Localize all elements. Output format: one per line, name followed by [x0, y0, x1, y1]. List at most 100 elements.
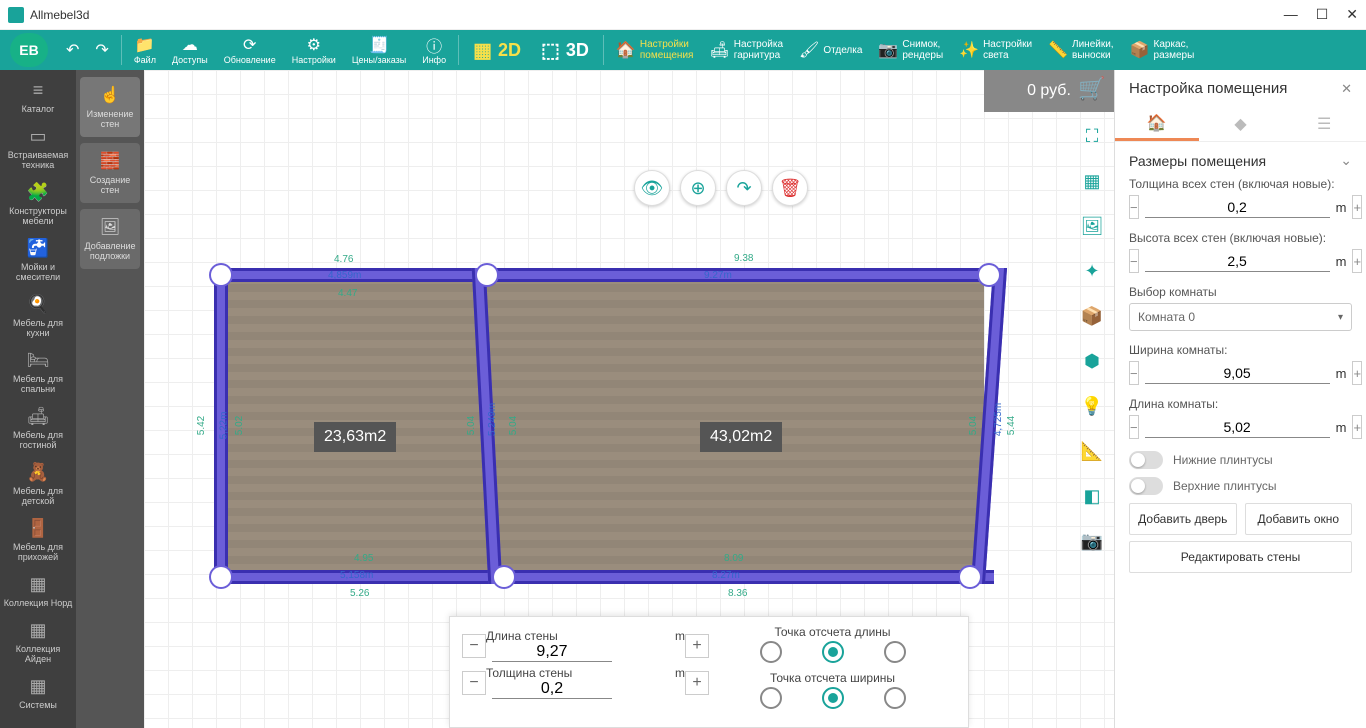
- tab-list[interactable]: ☰: [1282, 107, 1366, 141]
- origin-wid-left[interactable]: [760, 687, 782, 709]
- room-length-label: Длина комнаты:: [1129, 397, 1352, 411]
- add-door-button[interactable]: Добавить дверь: [1129, 503, 1237, 535]
- toolbar-2[interactable]: ⟳Обновление: [216, 30, 284, 70]
- toolbar-4[interactable]: 🧾Цены/заказы: [344, 30, 414, 70]
- walltool-2[interactable]: 🖼Добавление подложки: [80, 209, 140, 269]
- wall-node[interactable]: [960, 567, 980, 587]
- origin-len-left[interactable]: [760, 641, 782, 663]
- all-h-minus[interactable]: −: [1129, 249, 1139, 273]
- thickness-plus[interactable]: +: [685, 671, 709, 695]
- toolbar-wide-3[interactable]: 📷Снимок,рендеры: [870, 30, 951, 70]
- thickness-minus[interactable]: −: [462, 671, 486, 695]
- toolbar-wide-2[interactable]: 🖌Отделка: [791, 30, 870, 70]
- room-l-input[interactable]: [1145, 417, 1330, 438]
- delete-button[interactable]: 🗑: [772, 170, 808, 206]
- sidebar-item-6[interactable]: 🛋Мебель для гостиной: [0, 400, 76, 456]
- tab-layers[interactable]: ◆: [1199, 107, 1283, 141]
- light-icon[interactable]: 💡: [1081, 396, 1103, 417]
- cube-icon[interactable]: ⬢: [1084, 351, 1100, 372]
- sidebar-item-9[interactable]: ▦Коллекция Норд: [0, 568, 76, 614]
- fullscreen-icon[interactable]: ⛶: [1086, 126, 1099, 147]
- sidebar-item-4[interactable]: 🍳Мебель для кухни: [0, 288, 76, 344]
- plinth-lower-toggle[interactable]: Нижние плинтусы: [1129, 451, 1352, 469]
- length-plus[interactable]: +: [685, 634, 709, 658]
- eb-button[interactable]: EB: [10, 33, 48, 67]
- wall-edit-panel: − Длина стеныm + − Толщина стеныm +: [449, 616, 969, 728]
- plinth-upper-toggle[interactable]: Верхние плинтусы: [1129, 477, 1352, 495]
- mode-2d[interactable]: ▦2D: [463, 30, 531, 70]
- toolbar-wide-6[interactable]: 📦Каркас,размеры: [1122, 30, 1203, 70]
- origin-wid-center[interactable]: [822, 687, 844, 709]
- image-icon[interactable]: 🖼: [1081, 216, 1104, 237]
- panel-close-icon[interactable]: ✕: [1341, 81, 1352, 97]
- toolbar-3[interactable]: ⚙Настройки: [284, 30, 344, 70]
- all-h-input[interactable]: [1145, 251, 1330, 272]
- eye-button[interactable]: 👁: [634, 170, 670, 206]
- sidebar-item-1[interactable]: ▭Встраиваемая техника: [0, 120, 76, 176]
- room-w-input[interactable]: [1145, 363, 1330, 384]
- window-close[interactable]: ✕: [1346, 6, 1358, 23]
- wall-top-2[interactable]: [484, 268, 994, 282]
- sidebar-item-0[interactable]: ≡Каталог: [0, 74, 76, 120]
- room-w-plus[interactable]: +: [1352, 361, 1362, 385]
- wall-node[interactable]: [211, 567, 231, 587]
- redo-button[interactable]: ↷: [87, 30, 116, 70]
- sidebar-item-7[interactable]: 🧸Мебель для детской: [0, 456, 76, 512]
- walltool-0[interactable]: ☝Изменение стен: [80, 77, 140, 137]
- wall-bottom-2[interactable]: [494, 570, 994, 584]
- camera-icon[interactable]: 📷: [1081, 531, 1103, 552]
- canvas-area[interactable]: 0 руб. 🛒 ⛶ ▦ 🖼 ✦ 📦 ⬢ 💡 📐 ◧ 📷 👁 ⊕ ↷ 🗑: [144, 70, 1114, 728]
- toolbar-wide-0[interactable]: 🏠Настройкипомещения: [608, 30, 702, 70]
- sidebar-item-3[interactable]: 🚰Мойки и смесители: [0, 232, 76, 288]
- box-icon[interactable]: 📦: [1081, 306, 1103, 327]
- origin-wid-right[interactable]: [884, 687, 906, 709]
- tab-room[interactable]: 🏠: [1115, 107, 1199, 141]
- window-min[interactable]: —: [1284, 6, 1298, 23]
- sidebar-item-11[interactable]: ▦Системы: [0, 670, 76, 716]
- thickness-input[interactable]: [492, 680, 612, 699]
- sidebar-item-10[interactable]: ▦Коллекция Айден: [0, 614, 76, 670]
- undo-button[interactable]: ↶: [58, 30, 87, 70]
- chevron-down-icon[interactable]: ⌄: [1340, 152, 1352, 169]
- add-button[interactable]: ⊕: [680, 170, 716, 206]
- sidebar-item-8[interactable]: 🚪Мебель для прихожей: [0, 512, 76, 568]
- redo-room-button[interactable]: ↷: [726, 170, 762, 206]
- toolbar-0[interactable]: 📁Файл: [126, 30, 164, 70]
- dim-label: 4.47: [338, 288, 357, 299]
- dim-label: 9.38: [734, 253, 753, 264]
- mode-3d[interactable]: ⬚3D: [531, 30, 599, 70]
- edit-walls-button[interactable]: Редактировать стены: [1129, 541, 1352, 573]
- add-window-button[interactable]: Добавить окно: [1245, 503, 1353, 535]
- ruler-icon[interactable]: 📐: [1081, 441, 1103, 462]
- layers-icon[interactable]: ◧: [1083, 486, 1100, 507]
- window-max[interactable]: ☐: [1316, 6, 1329, 23]
- grid-icon[interactable]: ▦: [1083, 171, 1100, 192]
- room-select[interactable]: Комната 0▾: [1129, 303, 1352, 331]
- toolbar-5[interactable]: ⓘИнфо: [414, 30, 454, 70]
- all-thk-plus[interactable]: +: [1352, 195, 1362, 219]
- wall-node[interactable]: [477, 265, 497, 285]
- sparkle-icon[interactable]: ✦: [1084, 261, 1099, 282]
- all-thk-input[interactable]: [1145, 197, 1330, 218]
- toolbar-1[interactable]: ☁Доступы: [164, 30, 216, 70]
- room-l-minus[interactable]: −: [1129, 415, 1139, 439]
- all-h-plus[interactable]: +: [1352, 249, 1362, 273]
- origin-len-center[interactable]: [822, 641, 844, 663]
- toolbar-wide-1[interactable]: 🛋Настройкагарнитура: [701, 30, 791, 70]
- all-thk-minus[interactable]: −: [1129, 195, 1139, 219]
- length-minus[interactable]: −: [462, 634, 486, 658]
- toolbar-wide-5[interactable]: 📏Линейки,выноски: [1040, 30, 1121, 70]
- toolbar-wide-4[interactable]: ✨Настройкисвета: [951, 30, 1040, 70]
- sidebar-item-2[interactable]: 🧩Конструкторы мебели: [0, 176, 76, 232]
- wall-node[interactable]: [211, 265, 231, 285]
- dim-label: 5.249m: [487, 403, 498, 436]
- room-l-plus[interactable]: +: [1352, 415, 1362, 439]
- origin-len-right[interactable]: [884, 641, 906, 663]
- walltool-1[interactable]: 🧱Создание стен: [80, 143, 140, 203]
- sidebar-item-5[interactable]: 🛏Мебель для спальни: [0, 344, 76, 400]
- length-input[interactable]: [492, 643, 612, 662]
- wall-node[interactable]: [494, 567, 514, 587]
- wall-node[interactable]: [979, 265, 999, 285]
- room-w-minus[interactable]: −: [1129, 361, 1139, 385]
- cart-icon[interactable]: 🛒: [1078, 76, 1105, 102]
